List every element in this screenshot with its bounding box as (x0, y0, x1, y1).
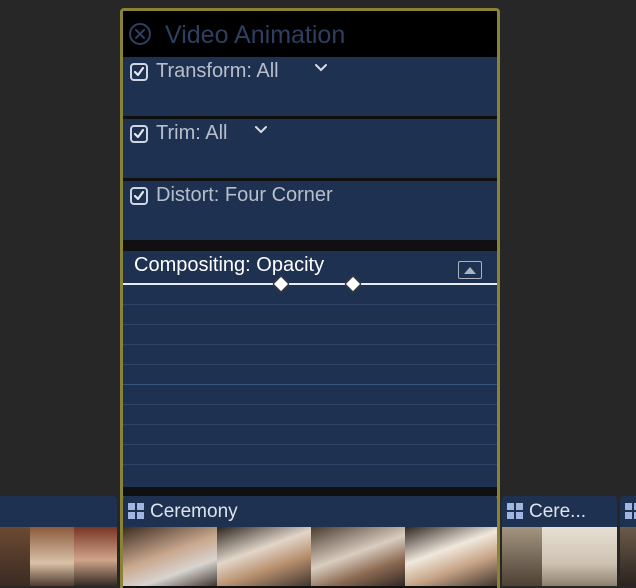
clip-thumbnails (620, 527, 636, 586)
transform-row: Transform: All (123, 57, 497, 116)
distort-label: Distort: Four Corner (156, 184, 333, 206)
thumbnail (620, 527, 636, 586)
trim-checkbox[interactable] (130, 125, 148, 143)
timeline-clip[interactable] (620, 496, 636, 586)
trim-row: Trim: All (123, 119, 497, 178)
thumbnail (217, 527, 311, 586)
grid-line (123, 424, 497, 425)
grid-line (123, 444, 497, 445)
transform-label: Transform: All (156, 60, 279, 82)
grid-line (123, 304, 497, 305)
transform-checkbox[interactable] (130, 63, 148, 81)
timeline-clip-ceremony[interactable]: Ceremony (120, 496, 500, 586)
thumbnail (0, 527, 30, 586)
grid-line (123, 344, 497, 345)
opacity-keyframe[interactable] (272, 275, 290, 293)
clip-thumbnails (0, 527, 117, 586)
thumbnail (502, 527, 542, 586)
thumbnail (405, 527, 497, 586)
clip-title: Cere... (529, 501, 587, 522)
thumbnail (123, 527, 217, 586)
close-icon[interactable] (129, 23, 151, 45)
timeline-clip[interactable] (0, 496, 117, 586)
panel-titlebar: Video Animation (123, 11, 497, 57)
clip-type-icon (507, 503, 523, 519)
clip-title: Ceremony (150, 501, 238, 522)
chevron-down-icon[interactable] (314, 63, 328, 73)
distort-checkbox[interactable] (130, 187, 148, 205)
grid-line (123, 324, 497, 325)
clip-thumbnails (123, 527, 497, 586)
compositing-label: Compositing: Opacity (134, 254, 325, 276)
clip-thumbnails (502, 527, 617, 586)
thumbnail (74, 527, 117, 586)
chevron-down-icon[interactable] (254, 125, 268, 135)
clip-type-icon (128, 503, 144, 519)
thumbnail (311, 527, 405, 586)
thumbnail (30, 527, 74, 586)
grid-line (123, 404, 497, 405)
grid-line (123, 464, 497, 465)
trim-label: Trim: All (156, 122, 228, 144)
opacity-curve-line[interactable] (123, 283, 497, 285)
timeline-clip-ceremony-2[interactable]: Cere... (502, 496, 617, 586)
expand-curve-icon[interactable] (458, 261, 482, 279)
thumbnail (542, 527, 617, 586)
panel-title: Video Animation (165, 21, 346, 49)
grid-line (123, 384, 497, 385)
opacity-keyframe[interactable] (344, 275, 362, 293)
grid-line (123, 364, 497, 365)
clip-type-icon (625, 503, 636, 519)
compositing-opacity-section[interactable]: Compositing: Opacity (123, 251, 497, 487)
distort-row: Distort: Four Corner (123, 181, 497, 240)
